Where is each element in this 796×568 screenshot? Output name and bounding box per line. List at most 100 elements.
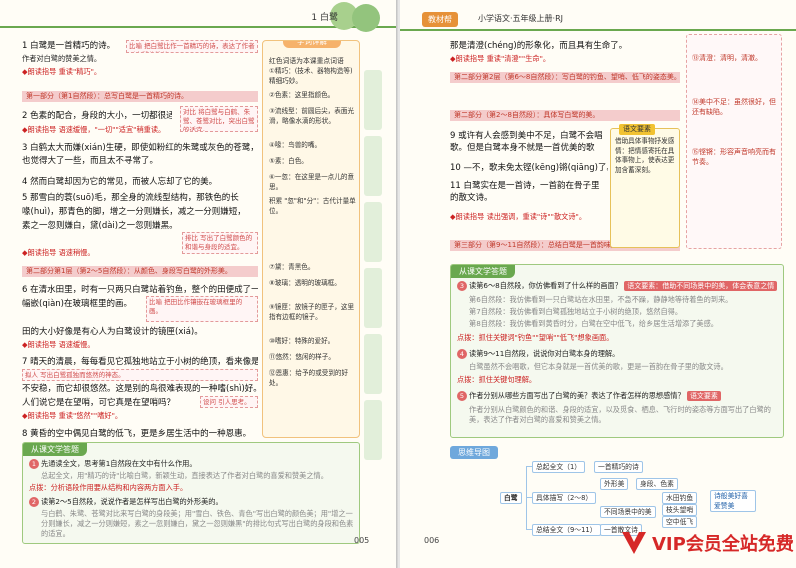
vocabulary-subtitle: 红色词语为本课重点词语: [269, 57, 344, 65]
annotation-parallelism: 排比 写出了白鹭颜色的和谐与身段的适宜。: [182, 232, 258, 254]
paragraph-9: 9 或许有人会感到美中不足，白鹭不会唱歌。但是白鹭本身不就是一首优美的歌吗？: [450, 131, 603, 153]
book-title: 小学语文·五年级上册·RJ: [478, 14, 564, 23]
vocab-item: ⑪悠然：悠闲的样子。: [269, 353, 335, 361]
annotation-metaphor-2: 比喻 把田比作镶嵌在玻璃框里的画。: [146, 296, 258, 322]
paragraph-7-cont: 人们说它是在望哨，可它真是在望哨吗？: [22, 398, 176, 408]
vocab-item: ⑥一忽：在这里是一点儿的意思。: [269, 173, 355, 191]
answer-3c: 第8自然段：我仿佛看到黄昏时分，白鹭在空中低飞，给乡居生活增添了美感。: [469, 319, 718, 328]
page-number: 006: [424, 536, 440, 545]
left-page: 1 白鹭 1 白鹭是一首精巧的诗。 比喻 把白鹭比作一首精巧的诗，表达了作者对白…: [0, 0, 398, 568]
paragraph-7: 7 晴天的清晨，每每看见它孤独地站立于小树的绝顶，看来像是: [22, 357, 258, 367]
word-note: ⑮铿锵：形容声音响亮而有节奏。: [692, 148, 776, 166]
reading-guide: ◆朗读指导 重读"清澄""生命"。: [450, 54, 551, 63]
word-note: ⑬清澄：清明，清澈。: [692, 54, 762, 62]
paragraph-5: 5 那雪白的蓑(suō)毛，那全身的流线型结构，那铁色的长: [22, 193, 239, 203]
reading-guide: ◆朗读指导 语速缓慢。: [22, 340, 95, 349]
language-element-callout: 语文要素 借助具体事物抒发感情：把情感寄托在具体事物上，使表达更加含蓄深刻。: [610, 124, 680, 248]
vocab-item: ⑧玻璃：透明的玻璃框。: [269, 279, 341, 287]
mindmap-branch: 具体描写（2～8）: [532, 492, 597, 504]
side-tab[interactable]: [364, 268, 382, 328]
reading-guide: ◆朗读指导 重读"悠然""嗜好"。: [22, 411, 123, 420]
mindmap-conclusion: 诗般美好喜爱赞美: [710, 490, 756, 512]
question-1: 1 先通读全文，思考第1自然段在文中有什么作用。: [29, 459, 355, 469]
answer-1: 总起全文，用"精巧的诗"比喻白鹭，新颖生动，直接表达了作者对白鹭的喜爱和赞美之情…: [41, 471, 328, 480]
annotation-contrast: 对比 将白鹭与白鹤、朱鹭、苍鹭对比，突出白鹭的适宜。: [180, 106, 258, 132]
mindmap-leaf: 身段、色素: [636, 478, 678, 490]
vocab-item: ⑫恩惠：给予的或受到的好处。: [269, 369, 349, 387]
paragraph-6: 6 在清水田里，时有一只两只白鹭站着钓鱼，整个的田便成了一: [22, 285, 258, 295]
vocab-item: ②色素：这里指颜色。: [269, 91, 335, 99]
paragraph-3: 3 白鹤太大而嫌(xián)生硬，即使如粉红的朱鹭或灰色的苍鹭，: [22, 143, 258, 153]
vip-logo-icon: [622, 532, 646, 554]
paragraph-2: 2 色素的配合，身段的大小，一切都很适宜。: [22, 111, 172, 121]
paragraph-1-cont: 作者对白鹭的赞美之情。: [22, 54, 102, 63]
question-5: 5 作者分别从哪些方面写出了白鹭的美？表达了作者怎样的思想感情？ 语文要素: [457, 391, 779, 401]
paragraph-5-cont: 喙(huì)，那青色的脚，增之一分则嫌长，减之一分则嫌短，: [22, 207, 246, 217]
paragraph-10: 10 —不，歌未免太铿(kēng)锵(qiāng)了。: [450, 163, 608, 173]
paragraph-6-cont: 田的大小好像是有心人为白鹭设计的镜匣(xiá)。: [22, 327, 203, 337]
mindmap-sub: 外形美: [600, 478, 629, 490]
study-section-left: 从课文学答题 1 先通读全文，思考第1自然段在文中有什么作用。 总起全文，用"精巧…: [22, 442, 360, 544]
vocabulary-panel: 字词详解 红色词语为本课重点词语 ①精巧：(技术、器物构造等)精细巧妙。 ②色素…: [262, 40, 360, 438]
mindmap-leaf: 水田钓鱼: [662, 492, 698, 504]
vocab-item: ⑨镜匣：放镜子的匣子，这里指有边框的镜子。: [269, 303, 355, 321]
hint-4: 点拨：抓住关键句理解。: [457, 375, 537, 384]
word-notes-panel: ⑬清澄：清明，清澈。 ⑭美中不足：虽然很好，但还有缺陷。 ⑮铿锵：形容声音响亮而…: [686, 34, 782, 249]
answer-4: 白鹭虽然不会唱歌，但它本身就是一首优美的歌，更是一首韵在骨子里的散文诗。: [469, 362, 728, 371]
unit-label: 1 白鹭: [311, 13, 338, 23]
part-summary-2: 第二部分第1层（第2～5自然段）：从颜色、身段写白鹭的外形美。: [22, 266, 258, 277]
paragraph-6-cont: 幅嵌(qiàn)在玻璃框里的画。: [22, 299, 132, 309]
section-heading: 从课文学答题: [451, 265, 515, 278]
part-summary-2-all: 第二部分（第2～8自然段）：具体写白鹭的美。: [450, 110, 680, 121]
part-summary-2b: 第二部分第2层（第6～8自然段）：写白鹭的钓鱼、望哨、低飞的姿态美。: [450, 72, 680, 83]
mindmap-root: 白鹭: [500, 492, 522, 504]
header-rule: [400, 29, 796, 31]
question-2: 2 读第2～5自然段，说说作者是怎样写出白鹭的外形美的。: [29, 497, 355, 507]
word-note: ⑭美中不足：虽然很好，但还有缺陷。: [692, 98, 776, 116]
paragraph-8: 8 黄昏的空中偶见白鹭的低飞，更是乡居生活中的一种恩惠。: [22, 429, 252, 439]
page-header-left: 1 白鹭: [0, 2, 398, 32]
hint-1: 点拨：分析语段作用要从结构和内容两方面入手。: [29, 483, 188, 492]
mindmap-branch: 总结全文（9～11）: [532, 524, 601, 536]
study-section-right: 从课文学答题 3 读第6～8自然段，你仿佛看到了什么样的画面？ 语文要素：借助不同…: [450, 264, 784, 438]
paragraph-5-cont: 素之一忽则嫌白，黛(dài)之一忽则嫌黑。: [22, 221, 178, 231]
question-4: 4 读第9～11自然段，说说你对白鹭本身的理解。: [457, 349, 779, 359]
annotation-personification: 拟人 写出白鹭孤独而悠然的神态。: [22, 369, 258, 381]
question-3: 3 读第6～8自然段，你仿佛看到了什么样的画面？ 语文要素：借助不同场景中的美，体…: [457, 281, 779, 291]
vocabulary-title: 字词详解: [283, 41, 341, 48]
side-tab[interactable]: [364, 70, 382, 130]
paragraph-8-cont: 那是清澄(chéng)的形象化，而且具有生命了。: [450, 41, 628, 51]
right-page: 教材帮 小学语文·五年级上册·RJ 那是清澄(chéng)的形象化，而且具有生命…: [400, 0, 796, 568]
vocab-item: ③流线型：前圆后尖，表面光滑，略像水滴的形状。: [269, 107, 355, 125]
hint-3: 点拨：抓住关键词"钓鱼""望哨""低飞"想象画面。: [457, 333, 614, 342]
paragraph-4: 4 然而白鹭却因为它的常见，而被人忘却了它的美。: [22, 177, 218, 187]
reading-guide: ◆朗读指导 重读"精巧"。: [22, 67, 102, 76]
callout-body: 借助具体事物抒发感情：把情感寄托在具体事物上，使表达更加含蓄深刻。: [615, 137, 675, 174]
mindmap-connector: [526, 466, 527, 530]
vip-text: VIP会员全站免费: [652, 534, 794, 555]
side-tab[interactable]: [364, 400, 382, 460]
vocab-item: ⑦黛：青黑色。: [269, 263, 315, 271]
page-header-right: 教材帮 小学语文·五年级上册·RJ: [400, 8, 796, 31]
mindmap-leaf: 枝头望哨: [662, 504, 698, 516]
side-tabs: [364, 70, 384, 466]
side-tab[interactable]: [364, 334, 382, 394]
paragraph-1: 1 白鹭是一首精巧的诗。: [22, 41, 116, 51]
reading-guide: ◆朗读指导 语速缓慢，"一切""适宜"稍重读。: [22, 125, 166, 134]
annotation-rhetorical: 设问 引人思考。: [200, 396, 258, 408]
vocab-item: ④喙：鸟兽的嘴。: [269, 141, 322, 149]
answer-5: 作者分别从白鹭颜色的和谐、身段的适宜，以及觅食、栖息、飞行时的姿态等方面写出了白…: [469, 405, 771, 424]
mindmap-title: 思维导图: [450, 446, 498, 459]
answer-3b: 第7自然段：我仿佛看到白鹭孤独地站立于小树的绝顶，悠然自得。: [469, 307, 683, 316]
mindmap-sub: 不同场景中的美: [600, 506, 656, 518]
annotation-metaphor: 比喻 把白鹭比作一首精巧的诗，表达了作者对白鹭的赞美。: [126, 40, 258, 53]
vip-watermark[interactable]: VIP会员全站免费: [620, 526, 794, 558]
tree-icon: [352, 4, 380, 32]
paragraph-3-cont: 也觉得大了一些，而且太不寻常了。: [22, 156, 159, 166]
side-tab[interactable]: [364, 136, 382, 196]
mindmap-branch: 总起全文（1）: [532, 461, 586, 473]
part-summary-1: 第一部分（第1自然段）：总写白鹭是一首精巧的诗。: [22, 91, 258, 102]
vocab-item: 积累 "忽"和"分"：古代计量单位。: [269, 197, 356, 215]
side-tab[interactable]: [364, 202, 382, 262]
section-heading: 从课文学答题: [23, 443, 87, 456]
